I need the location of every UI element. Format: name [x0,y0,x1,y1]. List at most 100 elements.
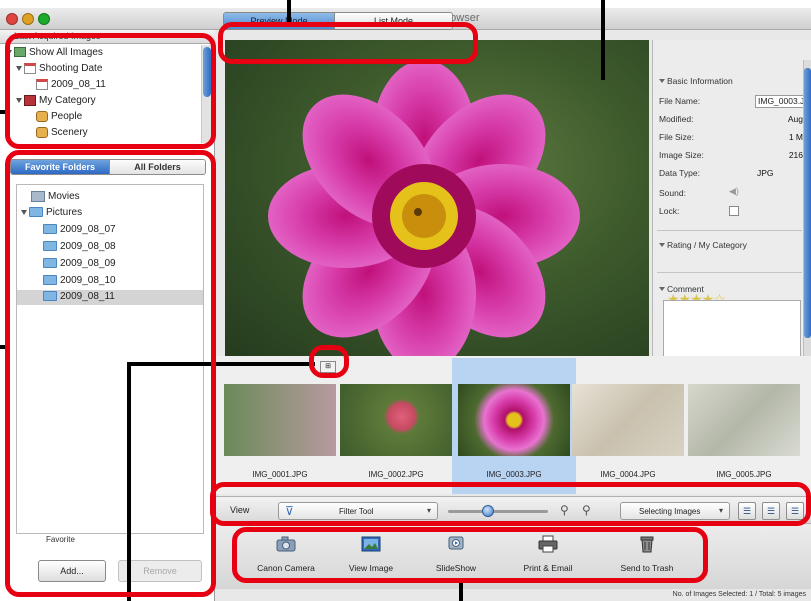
folder-label: Pictures [46,207,83,218]
slider-knob[interactable] [482,505,494,517]
tree-item-my-category[interactable]: My Category [16,93,96,109]
disclosure-triangle-icon[interactable] [659,79,665,83]
comment-box[interactable] [663,300,801,360]
tree-item-shooting-date[interactable]: Shooting Date [16,61,102,77]
disclosure-triangle-icon[interactable] [16,97,22,103]
flower-photo [268,60,580,360]
tree-item-date[interactable]: 2009_08_11 [36,77,106,93]
sort-button-3[interactable]: ☰ [786,502,804,520]
people-icon [36,110,48,122]
scenery-icon [36,126,48,138]
sound-label: Sound: [659,188,686,198]
info-scrollbar-thumb[interactable] [804,68,811,338]
folder-icon [43,224,57,235]
acquired-images-header[interactable]: Last Acquired Images [0,30,215,44]
lock-checkbox[interactable] [729,206,739,216]
folder-label: Movies [48,191,80,202]
folder-item-pictures[interactable]: Pictures [21,205,82,221]
view-label: View [230,505,250,515]
filter-tool-dropdown[interactable]: ⊽ Filter Tool ▾ [278,502,438,520]
image-preview[interactable] [225,40,649,360]
thumbnail-item[interactable]: IMG_0001.JPG [224,378,336,479]
filter-tool-label: Filter Tool [339,507,374,516]
folder-icon [43,291,57,302]
selecting-images-label: Selecting Images [639,507,701,516]
print-email-button[interactable]: Print & Email [505,531,591,583]
tree-item-label: 2009_08_11 [51,79,106,90]
tab-favorite-folders[interactable]: Favorite Folders [11,160,109,174]
zoom-in-icon[interactable]: ⚲ [582,503,591,517]
left-pane: Last Acquired Images Show All Images Sho… [0,30,215,601]
preview-mode-button[interactable]: Preview Mode [224,13,334,29]
thumbnail-item-selected[interactable]: IMG_0003.JPG [458,378,570,479]
thumbnail-image [224,384,336,456]
tree-item-scenery[interactable]: Scenery [36,125,88,141]
zoom-out-icon[interactable]: ⚲ [560,503,569,517]
disclosure-triangle-icon[interactable] [6,49,12,55]
thumbnail-strip: IMG_0001.JPG IMG_0002.JPG IMG_0003.JPG I… [216,356,811,494]
category-icon [24,94,36,106]
folder-item[interactable]: 2009_08_10 [43,273,116,289]
tree-item-label: Scenery [51,127,88,138]
folder-item[interactable]: 2009_08_07 [43,222,116,238]
zoom-window-button[interactable] [38,13,50,25]
action-label: Canon Camera [257,563,315,573]
tree-item-people[interactable]: People [36,109,82,125]
add-favorite-button[interactable]: Add... [38,560,106,582]
magnify-toggle-icon[interactable]: ⊞ [320,361,336,373]
disclosure-triangle-icon[interactable] [21,209,27,215]
canon-camera-button[interactable]: Canon Camera [243,531,329,583]
sort-button-2[interactable]: ☰ [762,502,780,520]
tree-item-label: Show All Images [29,47,103,58]
action-toolbar: Canon Camera View Image SlideShow Print … [216,525,811,589]
imagesize-value: 216 [788,150,803,160]
action-label: Print & Email [523,563,573,573]
folder-label: 2009_08_10 [60,275,116,286]
thumbnail-item[interactable]: IMG_0004.JPG [572,378,684,479]
send-to-trash-button[interactable]: Send to Trash [604,531,690,583]
modified-value: Aug [787,114,803,124]
folder-item-selected[interactable]: 2009_08_11 [43,289,115,305]
view-toolbar: View ⊽ Filter Tool ▾ ⚲ ⚲ Selecting Image… [216,496,811,524]
folder-label: 2009_08_11 [60,291,115,302]
filesize-value: 1 M [788,132,803,142]
thumbnail-item[interactable]: IMG_0002.JPG [340,378,452,479]
folder-item-movies[interactable]: Movies [31,189,80,205]
thumbnail-size-slider[interactable] [448,510,548,513]
slideshow-icon [448,536,464,550]
images-icon [14,47,26,58]
movies-folder-icon [31,190,45,202]
tree-scrollbar-thumb[interactable] [203,47,211,97]
folder-item[interactable]: 2009_08_08 [43,239,116,255]
disclosure-triangle-icon[interactable] [16,65,22,71]
filename-label: File Name: [659,96,701,106]
tab-all-folders[interactable]: All Folders [109,160,205,174]
selecting-images-dropdown[interactable]: Selecting Images ▾ [620,502,730,520]
minimize-window-button[interactable] [22,13,34,25]
rating-title: Rating / My Category [667,240,747,250]
thumbnail-image [340,384,452,456]
modified-label: Modified: [659,114,694,124]
view-image-button[interactable]: View Image [328,531,414,583]
folder-label: 2009_08_08 [60,241,116,252]
slideshow-button[interactable]: SlideShow [413,531,499,583]
thumbnail-item[interactable]: IMG_0005.JPG [688,378,800,479]
callout-leader [127,362,131,601]
folder-icon [43,258,57,269]
disclosure-triangle-icon[interactable] [659,287,665,291]
filename-field[interactable]: IMG_0003.JPG [755,95,807,108]
disclosure-triangle-icon[interactable] [659,243,665,247]
close-window-button[interactable] [6,13,18,25]
thumbnail-caption: IMG_0005.JPG [716,470,772,479]
list-mode-button[interactable]: List Mode [334,13,452,29]
speaker-icon[interactable]: ◀) [729,186,739,197]
thumbnail-image [688,384,800,456]
sort-button-1[interactable]: ☰ [738,502,756,520]
info-panel: Basic Information File Name: IMG_0003.JP… [652,40,811,360]
folder-item[interactable]: 2009_08_09 [43,256,116,272]
tree-item-show-all[interactable]: Show All Images [6,45,103,61]
folder-tabs: Favorite Folders All Folders [10,159,206,175]
print-icon [538,535,558,553]
favorite-label: Favorite [46,535,75,544]
thumbnail-image [458,384,570,456]
